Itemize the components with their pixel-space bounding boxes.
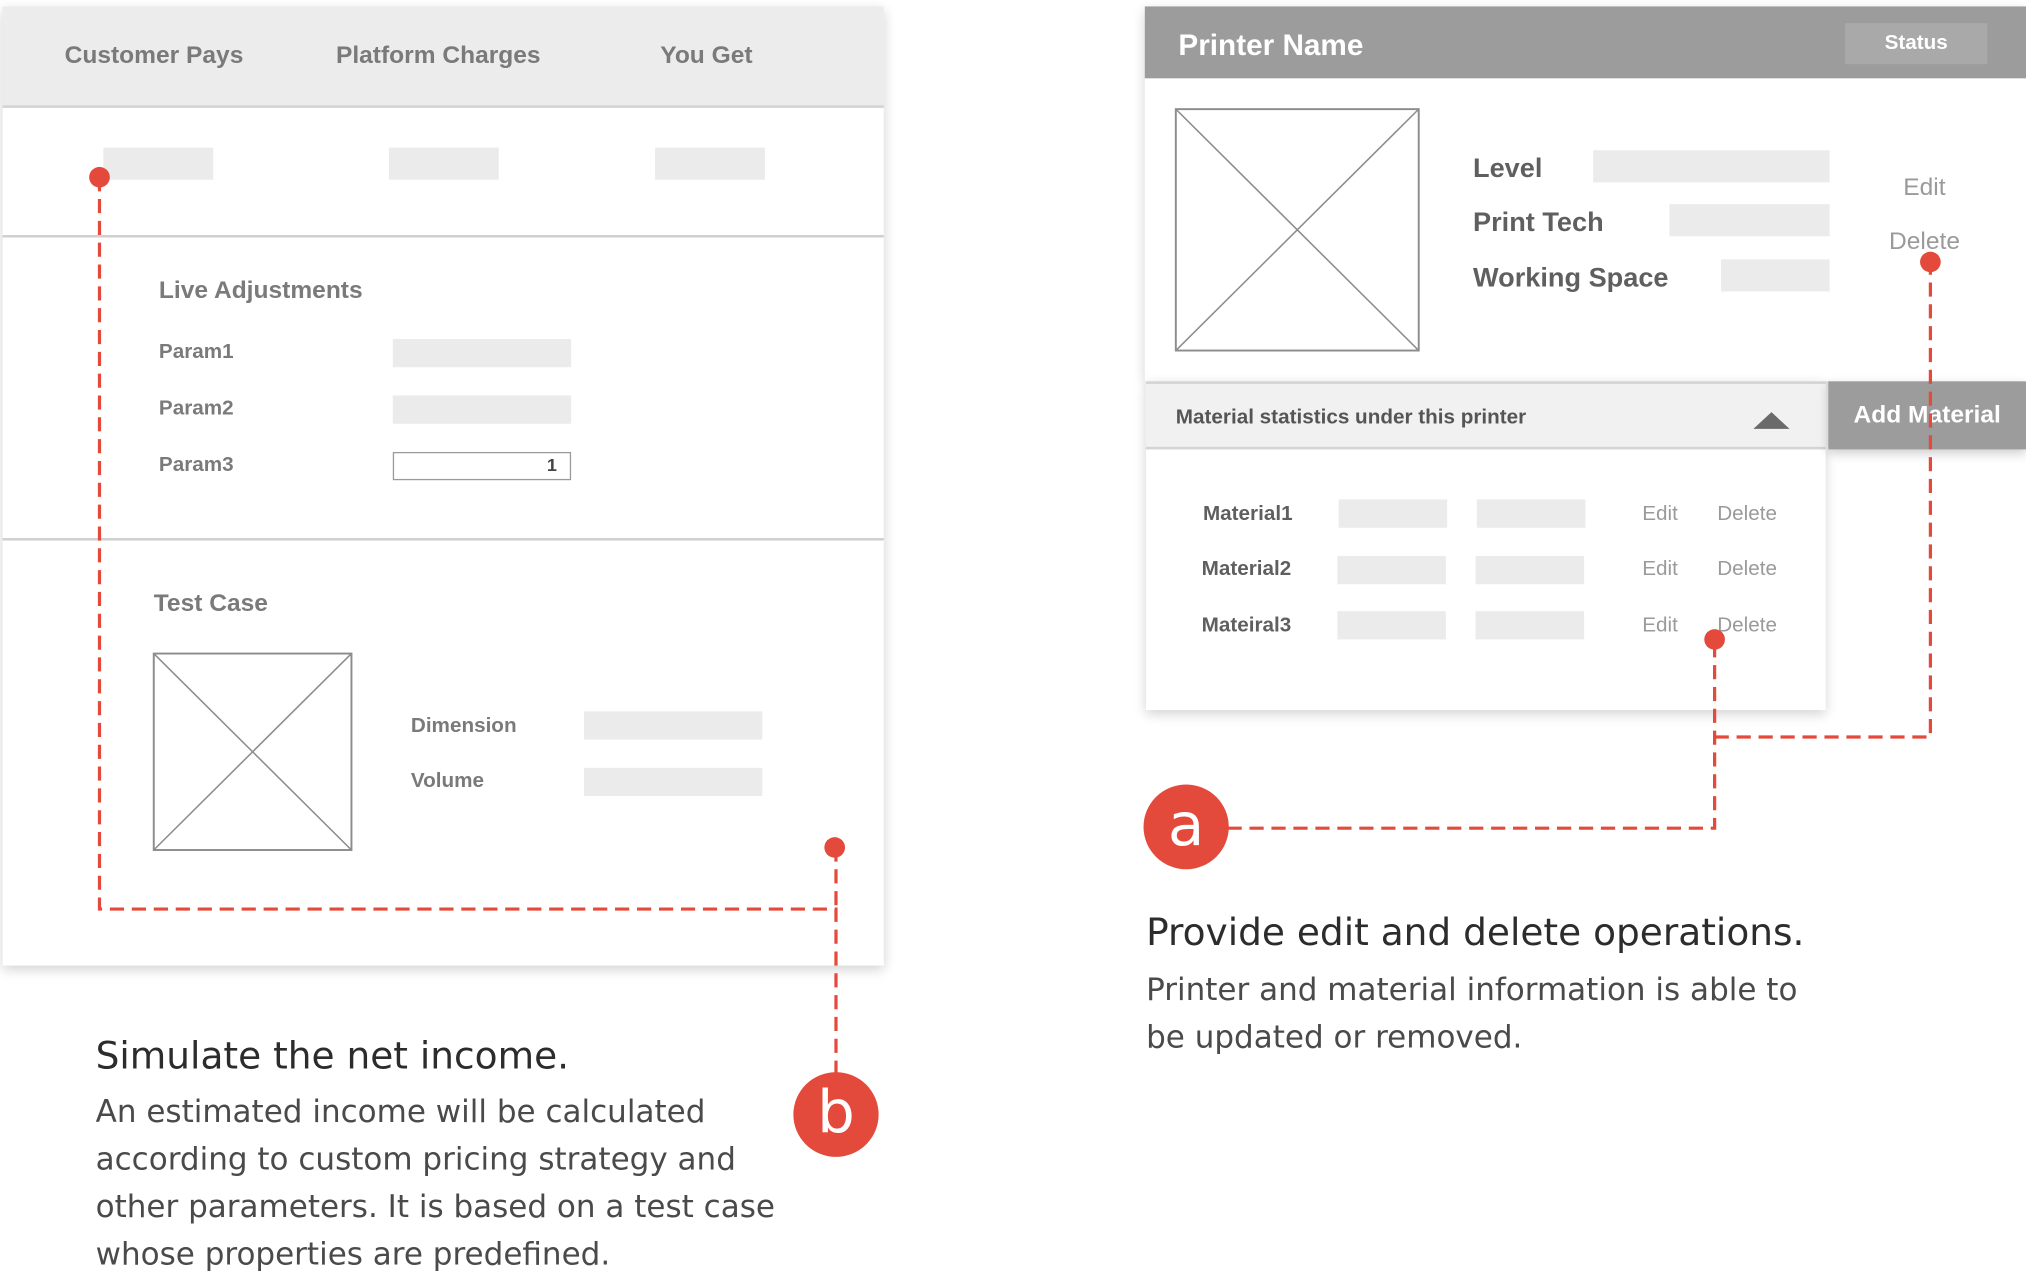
annotation-b-badge: b bbox=[793, 1072, 879, 1157]
annotation-a-badge: a bbox=[1143, 784, 1229, 870]
annotation-a-body: Printer and material information is able… bbox=[1146, 967, 1797, 1062]
callout-b-dot-right bbox=[824, 837, 846, 858]
callout-a-dot-material bbox=[1704, 629, 1725, 650]
annotation-a-line: be updated or removed. bbox=[1146, 1019, 1523, 1056]
annotation-a-line: Printer and material information is able… bbox=[1146, 971, 1798, 1008]
callout-a-dot-delete bbox=[1920, 251, 1941, 273]
callout-a-branch bbox=[1714, 261, 1933, 739]
annotation-b-line: according to custom pricing strategy and bbox=[95, 1141, 736, 1178]
annotation-b-line: whose properties are predefined. bbox=[95, 1236, 611, 1273]
annotation-b-line: An estimated income will be calculated bbox=[95, 1093, 706, 1130]
callout-b-dot-top bbox=[89, 166, 110, 188]
annotation-b-title: Simulate the net income. bbox=[95, 1033, 570, 1078]
annotation-a-title: Provide edit and delete operations. bbox=[1146, 910, 1805, 955]
wireframe-stage: Customer Pays Platform Charges You Get L… bbox=[0, 0, 2026, 1284]
annotation-b-body: An estimated income will be calculated a… bbox=[96, 1089, 775, 1279]
callout-b-line bbox=[97, 177, 838, 1079]
callout-a-line bbox=[1227, 639, 1717, 830]
annotation-b-line: other parameters. It is based on a test … bbox=[95, 1188, 775, 1225]
